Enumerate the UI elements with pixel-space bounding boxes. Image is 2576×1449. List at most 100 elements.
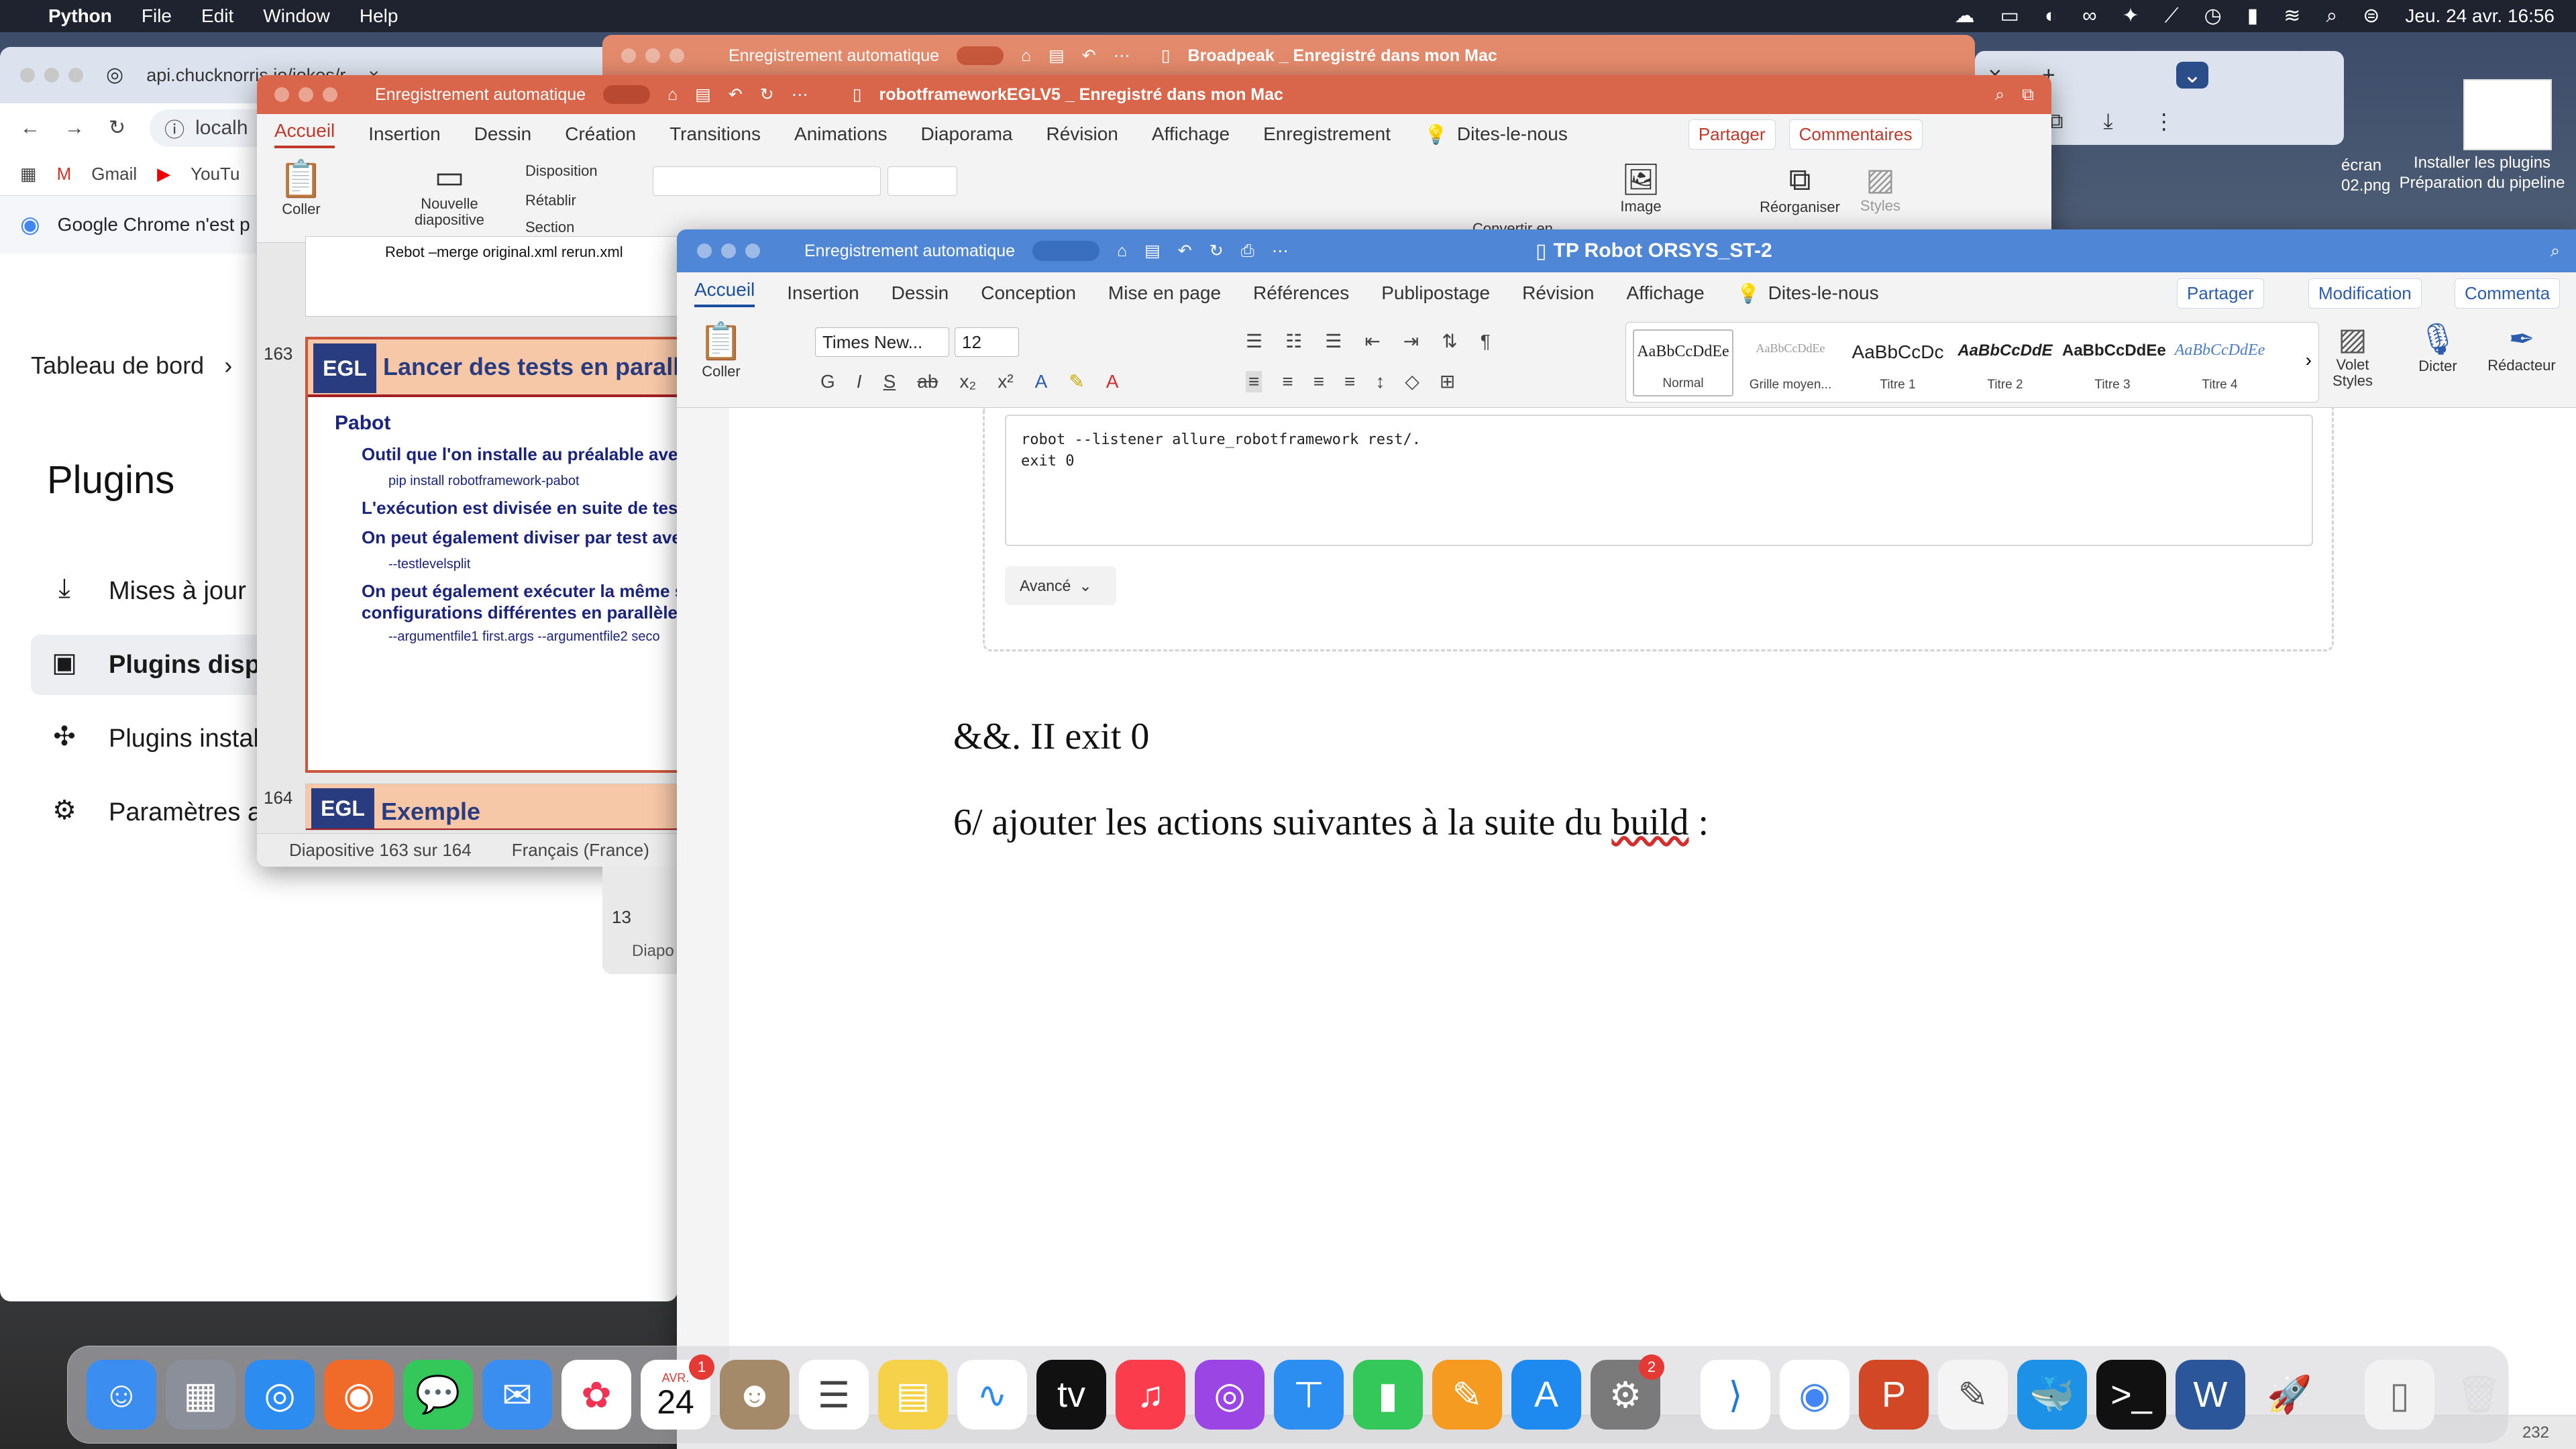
strikethrough-button[interactable]: ab: [917, 371, 938, 392]
search-icon[interactable]: ⌕: [2326, 6, 2337, 26]
pen-icon[interactable]: ⟋: [2165, 6, 2179, 26]
forward-icon[interactable]: →: [64, 118, 85, 138]
zoom-level[interactable]: 232: [2522, 1424, 2549, 1442]
tab-dessin[interactable]: Dessin: [892, 282, 949, 304]
document-stack-icon[interactable]: ▯: [2365, 1360, 2434, 1430]
numbering-button[interactable]: ☷: [1285, 330, 1302, 352]
line-spacing-button[interactable]: ↕: [1375, 371, 1385, 392]
section-button[interactable]: Section: [525, 219, 574, 236]
style-titre-4[interactable]: AaBbCcDdEe Titre 4: [2169, 329, 2270, 396]
save-icon[interactable]: ▤: [1049, 46, 1065, 66]
dictate-button[interactable]: 🎙 Dicter: [2408, 321, 2468, 375]
decrease-indent-button[interactable]: ⇤: [1364, 330, 1380, 352]
menu-file[interactable]: File: [142, 5, 172, 27]
misspelled-word[interactable]: build: [1611, 802, 1688, 843]
close-button[interactable]: [621, 48, 636, 63]
style-normal[interactable]: AaBbCcDdEe Normal: [1633, 329, 1733, 396]
reload-icon[interactable]: ↻: [109, 118, 125, 138]
chrome-icon[interactable]: ◉: [1780, 1360, 1849, 1430]
more-icon[interactable]: ⋮: [2153, 109, 2175, 134]
firefox-icon[interactable]: ◉: [324, 1360, 394, 1430]
tab-creation[interactable]: Création: [565, 123, 636, 145]
numbers-icon[interactable]: ▮: [1353, 1360, 1423, 1430]
safari-icon[interactable]: ◎: [245, 1360, 315, 1430]
subscript-button[interactable]: x₂: [959, 371, 976, 392]
sort-button[interactable]: ⇅: [1442, 330, 1457, 352]
display-icon[interactable]: ▭: [2000, 6, 2019, 26]
zoom-button[interactable]: [745, 244, 760, 258]
vscode-icon[interactable]: ⟩: [1701, 1360, 1770, 1430]
address-text[interactable]: localh: [195, 117, 248, 140]
menu-window[interactable]: Window: [263, 5, 330, 27]
clock[interactable]: Jeu. 24 avr. 16:56: [2405, 5, 2555, 27]
back-icon[interactable]: ←: [20, 118, 40, 138]
close-button[interactable]: [274, 87, 289, 102]
justify-button[interactable]: ≡: [1344, 371, 1355, 392]
download-icon[interactable]: ⤓: [2104, 109, 2113, 134]
breadcrumb-dashboard[interactable]: Tableau de bord: [31, 352, 204, 380]
styles-pane-button[interactable]: ▨ Volet Styles: [2319, 321, 2386, 389]
slide-thumbnail-163[interactable]: EGL Lancer des tests en parallè Pabot Out…: [305, 337, 708, 773]
weather-icon[interactable]: ☁: [1955, 6, 1975, 26]
redo-icon[interactable]: ↻: [1210, 241, 1224, 261]
multilevel-button[interactable]: ☰: [1325, 330, 1342, 352]
tell-me[interactable]: Dites-le-nous: [1457, 123, 1568, 145]
styles-button[interactable]: ▨ Styles: [1847, 161, 1914, 215]
style-titre-2[interactable]: AaBbCcDdE Titre 2: [1955, 329, 2055, 396]
autosave-toggle[interactable]: [603, 85, 651, 104]
highlight-button[interactable]: ✎: [1069, 370, 1084, 392]
finder-icon[interactable]: ☺: [87, 1360, 156, 1430]
font-size-select[interactable]: 12: [955, 327, 1019, 357]
zoom-button[interactable]: [68, 68, 83, 83]
document-page[interactable]: robot --listener allure_robotframework r…: [729, 408, 2576, 1414]
minimize-button[interactable]: [44, 68, 59, 83]
style-titre-1[interactable]: AaBbCcDc Titre 1: [1847, 329, 1948, 396]
editing-button[interactable]: Modification: [2308, 278, 2422, 309]
superscript-button[interactable]: x²: [998, 371, 1013, 392]
tab-affichage[interactable]: Affichage: [1152, 123, 1230, 145]
tab-accueil[interactable]: Accueil: [694, 279, 755, 307]
font-size-select[interactable]: [888, 166, 957, 196]
save-icon[interactable]: ▤: [1144, 241, 1161, 261]
font-family-select[interactable]: Times New...: [815, 327, 949, 357]
increase-indent-button[interactable]: ⇥: [1403, 330, 1419, 352]
desktop-file-label[interactable]: Installer les plugins Préparation du pip…: [2395, 153, 2569, 193]
bookmark-youtube[interactable]: YouTu: [191, 164, 239, 184]
tab-publipostage[interactable]: Publipostage: [1381, 282, 1490, 304]
slide-thumbnail-162[interactable]: Rebot –merge original.xml rerun.xml: [305, 236, 708, 317]
layout-button[interactable]: Disposition: [525, 162, 598, 180]
search-icon[interactable]: ⌕: [2551, 241, 2560, 261]
photos-icon[interactable]: ✿: [561, 1360, 631, 1430]
tab-affichage[interactable]: Affichage: [1627, 282, 1705, 304]
creative-cloud-icon[interactable]: ∞: [2082, 6, 2096, 26]
minimize-button[interactable]: [721, 244, 736, 258]
autosave-toggle[interactable]: [1032, 241, 1100, 261]
shading-button[interactable]: ◇: [1405, 370, 1419, 392]
align-center-button[interactable]: ≡: [1282, 371, 1293, 392]
trash-icon[interactable]: 🗑: [2444, 1360, 2514, 1430]
freeform-icon[interactable]: ∿: [957, 1360, 1027, 1430]
undo-icon[interactable]: ↶: [1082, 46, 1096, 66]
desktop-file-label-2[interactable]: écran 02.png: [2341, 156, 2390, 196]
keynote-icon[interactable]: ⊤: [1274, 1360, 1344, 1430]
home-icon[interactable]: ⌂: [1021, 46, 1031, 66]
bold-button[interactable]: G: [820, 371, 835, 392]
undo-icon[interactable]: ↶: [729, 85, 743, 105]
time-machine-icon[interactable]: ◷: [2204, 6, 2222, 26]
tab-insertion[interactable]: Insertion: [787, 282, 859, 304]
tell-me[interactable]: Dites-le-nous: [1768, 282, 1879, 304]
comments-button[interactable]: Commenta: [2455, 278, 2561, 309]
new-slide-button[interactable]: ▭ Nouvelle diapositive: [413, 158, 486, 228]
code-textarea[interactable]: robot --listener allure_robotframework r…: [1005, 415, 2313, 546]
dropbox-icon[interactable]: ✦: [2122, 6, 2139, 26]
tab-insertion[interactable]: Insertion: [368, 123, 440, 145]
tab-revision[interactable]: Révision: [1522, 282, 1594, 304]
pages-icon[interactable]: ✎: [1432, 1360, 1502, 1430]
terminal-icon[interactable]: >_: [2096, 1360, 2166, 1430]
close-button[interactable]: [20, 68, 35, 83]
home-icon[interactable]: ⌂: [667, 85, 678, 105]
arrange-button[interactable]: ⧉ Réorganiser: [1753, 161, 1847, 216]
powerpoint-icon[interactable]: P: [1859, 1360, 1929, 1430]
font-color-button[interactable]: A: [1106, 371, 1119, 392]
music-icon[interactable]: ♫: [1116, 1360, 1185, 1430]
